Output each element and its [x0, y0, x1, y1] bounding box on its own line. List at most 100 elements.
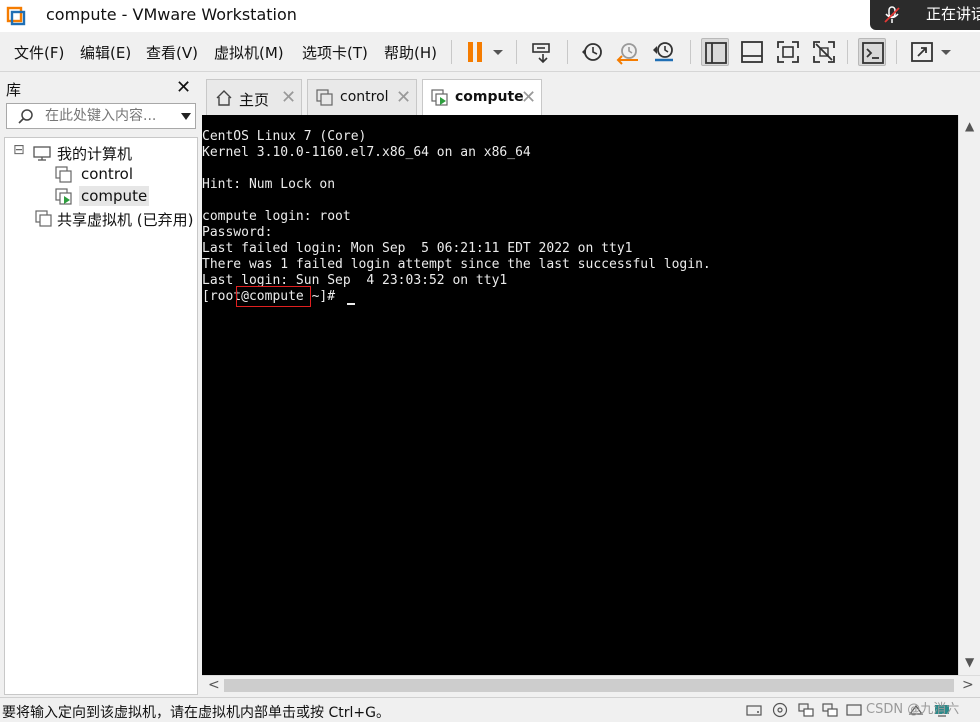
library-search-input[interactable]: [45, 107, 175, 125]
snapshot-manager-button[interactable]: [650, 38, 678, 66]
search-dropdown-arrow-icon[interactable]: [181, 113, 191, 120]
tree-label-compute: compute: [79, 186, 150, 206]
menu-vm[interactable]: 虚拟机(M): [214, 42, 284, 63]
horizontal-scroll-thumb[interactable]: [224, 679, 954, 692]
stretch-view-icon: [911, 42, 933, 62]
tab-strip: 主页 ✕ control ✕ compute ✕: [202, 73, 980, 115]
console-line: Hint: Num Lock on: [202, 177, 336, 192]
network-icon[interactable]: [798, 702, 814, 718]
sound-icon[interactable]: [846, 702, 862, 718]
library-title: 库: [6, 81, 22, 99]
text-cursor: [347, 303, 355, 305]
tree-item-shared-vms[interactable]: 共享虚拟机 (已弃用): [35, 208, 197, 230]
show-library-button[interactable]: [701, 38, 729, 66]
speaking-label: 正在讲话: [926, 5, 980, 23]
tree-item-control[interactable]: control: [55, 164, 175, 186]
microphone-muted-icon: [884, 6, 900, 23]
console-line: Password:: [202, 225, 273, 240]
computer-icon: [33, 146, 51, 161]
revert-snapshot-button[interactable]: [614, 38, 642, 66]
tree-label-my-computer: 我的计算机: [57, 145, 133, 163]
console-line: CentOS Linux 7 (Core): [202, 129, 367, 144]
library-search[interactable]: [6, 103, 196, 129]
revert-snapshot-icon: [616, 43, 638, 65]
console-view-icon: [862, 42, 884, 64]
stretch-dropdown-icon: [941, 50, 951, 55]
console-view-button[interactable]: [858, 38, 886, 66]
snapshot-icon: [582, 43, 602, 61]
scroll-down-icon[interactable]: ▼: [965, 655, 974, 669]
tab-compute[interactable]: compute ✕: [422, 79, 542, 115]
snapshot-manager-icon: [653, 42, 673, 62]
menu-file[interactable]: 文件(F): [14, 42, 64, 63]
vm-running-icon: [55, 188, 72, 205]
collapse-toggle-icon[interactable]: ⊟: [13, 142, 25, 158]
shared-vm-icon: [35, 210, 52, 227]
tab-control[interactable]: control ✕: [307, 79, 417, 115]
fullscreen-icon: [777, 41, 799, 63]
fullscreen-button[interactable]: [774, 38, 802, 66]
console-line: Kernel 3.10.0-1160.el7.x86_64 on an x86_…: [202, 145, 531, 160]
menu-edit[interactable]: 编辑(E): [80, 42, 131, 63]
show-library-icon: [705, 42, 727, 64]
status-message: 要将输入定向到该虚拟机，请在虚拟机内部单击或按 Ctrl+G。: [2, 705, 390, 721]
pause-button[interactable]: [462, 38, 490, 66]
toolbar-divider: [451, 40, 452, 64]
library-close-button[interactable]: ✕: [176, 77, 191, 98]
toolbar-divider: [896, 40, 897, 64]
stretch-dropdown-button[interactable]: [936, 38, 956, 66]
toolbar-divider: [847, 40, 848, 64]
console-line: Last failed login: Mon Sep 5 06:21:11 ED…: [202, 241, 633, 256]
usb-icon[interactable]: [822, 702, 838, 718]
screen-share-indicator[interactable]: 正在讲话: [870, 0, 980, 30]
tree-root-my-computer[interactable]: ⊟ 我的计算机: [13, 142, 193, 164]
window-title: compute - VMware Workstation: [46, 5, 297, 24]
unity-icon: [813, 41, 835, 63]
tree-item-compute[interactable]: compute: [55, 186, 175, 208]
horizontal-scrollbar[interactable]: < >: [202, 675, 980, 695]
tab-home[interactable]: 主页 ✕: [206, 79, 302, 115]
tab-control-label: control: [340, 89, 389, 105]
prompt-highlight-box: [236, 286, 311, 307]
menu-view[interactable]: 查看(V): [146, 42, 198, 63]
tab-home-close-icon[interactable]: ✕: [281, 87, 296, 108]
menu-toolbar: 文件(F) 编辑(E) 查看(V) 虚拟机(M) 选项卡(T) 帮助(H): [0, 32, 980, 72]
send-ctrl-alt-del-button[interactable]: [529, 38, 557, 66]
vm-console[interactable]: CentOS Linux 7 (Core) Kernel 3.10.0-1160…: [202, 115, 958, 675]
scroll-left-icon[interactable]: <: [208, 677, 220, 693]
vertical-scrollbar[interactable]: ▲ ▼: [958, 115, 980, 675]
send-ctrl-alt-del-icon: [532, 43, 550, 64]
power-dropdown-button[interactable]: [488, 38, 508, 66]
vm-icon: [316, 89, 333, 106]
tab-compute-label: compute: [455, 89, 524, 105]
toolbar-divider: [567, 40, 568, 64]
tab-compute-close-icon[interactable]: ✕: [521, 87, 536, 108]
tab-control-close-icon[interactable]: ✕: [396, 87, 411, 108]
library-panel: 库 ✕ ⊟ 我的计算机 control: [0, 73, 200, 697]
menu-help[interactable]: 帮助(H): [384, 42, 437, 63]
console-line: compute login: root: [202, 209, 351, 224]
stretch-view-button[interactable]: [908, 38, 936, 66]
library-tree: ⊟ 我的计算机 control compute 共享虚拟机 (已弃用): [4, 137, 198, 695]
pause-icon: [468, 42, 482, 62]
thumbnail-bar-button[interactable]: [738, 38, 766, 66]
cd-rom-icon[interactable]: [772, 702, 788, 718]
take-snapshot-button[interactable]: [578, 38, 606, 66]
vmware-logo-icon: [6, 6, 26, 26]
status-bar: 要将输入定向到该虚拟机，请在虚拟机内部单击或按 Ctrl+G。 CSDN @九消…: [0, 697, 980, 722]
menu-tabs[interactable]: 选项卡(T): [302, 42, 368, 63]
dropdown-arrow-icon: [493, 50, 503, 55]
thumbnail-bar-icon: [741, 41, 763, 63]
hard-disk-icon[interactable]: [746, 702, 762, 718]
vm-running-icon: [431, 89, 448, 106]
console-line: There was 1 failed login attempt since t…: [202, 257, 711, 272]
watermark: CSDN @九消六: [866, 702, 960, 717]
vm-icon: [55, 166, 72, 183]
title-bar: compute - VMware Workstation 正在讲话: [0, 0, 980, 32]
unity-button[interactable]: [810, 38, 838, 66]
tree-label-control: control: [81, 165, 133, 183]
scroll-up-icon[interactable]: ▲: [965, 119, 974, 133]
toolbar-divider: [516, 40, 517, 64]
scroll-right-icon[interactable]: >: [962, 677, 974, 693]
tree-label-shared-vms: 共享虚拟机 (已弃用): [57, 211, 194, 229]
